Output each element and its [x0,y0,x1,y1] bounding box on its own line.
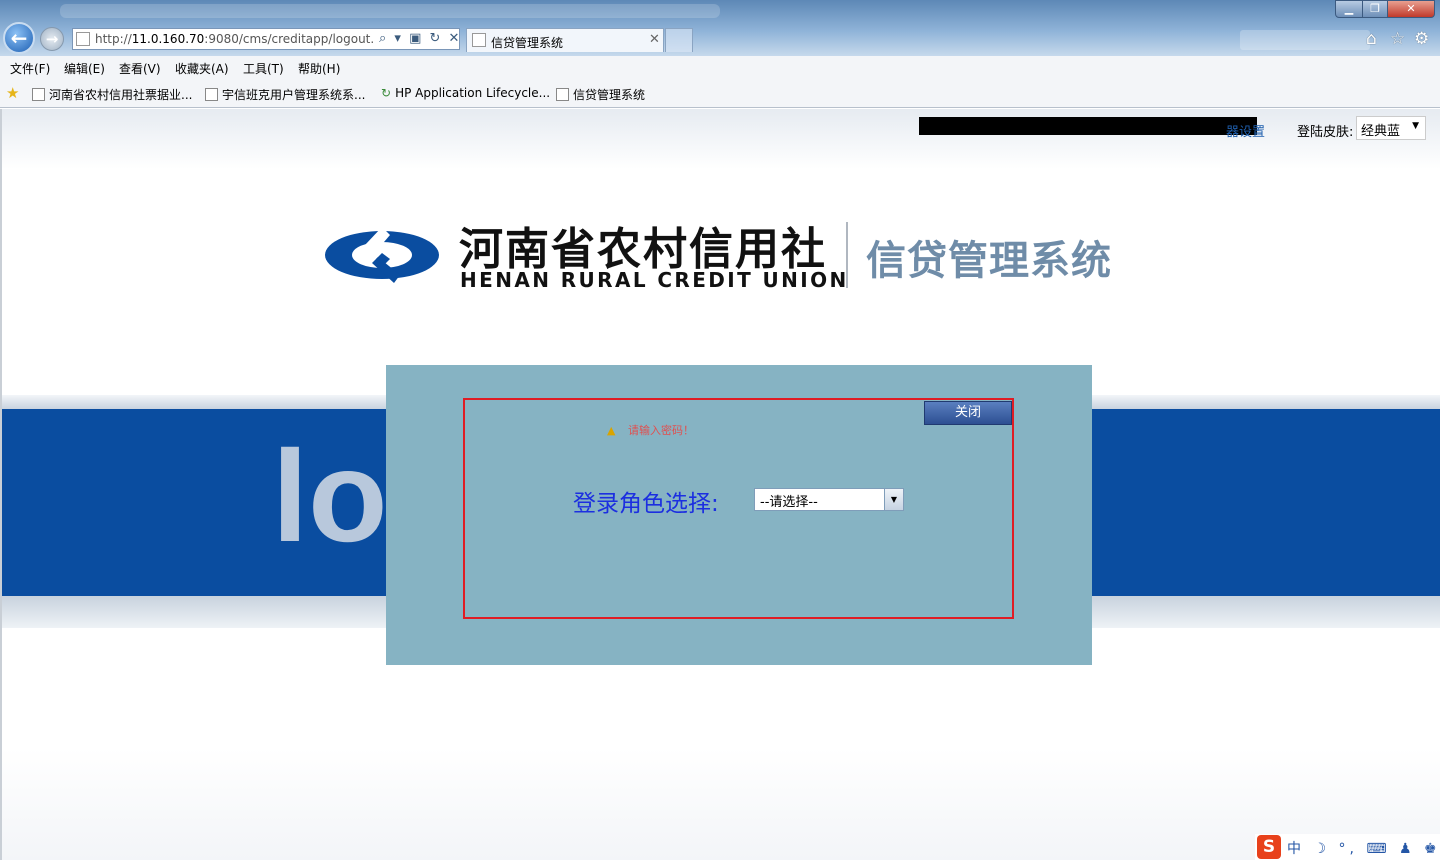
role-select-value: --请选择-- [760,495,818,510]
ime-tool-icons[interactable]: 中 ☽ °, ⌨ ♟ ♚ ✎ [1287,838,1440,858]
back-arrow-icon: ← [10,26,28,50]
forward-button[interactable]: → [40,27,64,51]
menu-view[interactable]: 查看(V) [119,60,161,77]
address-tools-icons[interactable]: ⌕ ▾ ▣ ↻ ✕ [379,31,461,46]
favorites-star-icon[interactable]: ☆ [1390,29,1405,49]
page-icon [556,88,569,101]
skin-select[interactable]: 经典蓝 ▼ [1356,116,1426,140]
role-select[interactable]: --请选择-- ▼ [754,488,904,511]
address-url[interactable]: http://11.0.160.70:9080/cms/creditapp/lo… [95,32,375,46]
menu-edit[interactable]: 编辑(E) [64,60,105,77]
favorite-link[interactable]: ↻ HP Application Lifecycle... [381,86,550,100]
dialog-frame [463,398,1014,619]
browser-settings-link[interactable]: 器设置 [1226,121,1265,140]
title-bar-blur-right [1240,30,1370,50]
favorite-link[interactable]: 河南省农村信用社票据业... [32,86,192,103]
maximize-button[interactable]: ❐ [1362,0,1388,18]
minimize-button[interactable]: ▁ [1335,0,1363,18]
role-select-label: 登录角色选择: [573,491,719,517]
ie-page-icon [32,88,45,101]
favorite-link[interactable]: 信贷管理系统 [556,86,645,103]
redacted-area [919,117,1257,135]
chevron-down-icon: ▼ [1412,121,1419,131]
favorites-bar: ★ 河南省农村信用社票据业... 宇信班克用户管理系统系... ↻ HP Appl… [0,80,1440,108]
menu-bar: 文件(F) 编辑(E) 查看(V) 收藏夹(A) 工具(T) 帮助(H) [0,56,1440,80]
address-bar[interactable]: http://11.0.160.70:9080/cms/creditapp/lo… [72,28,460,50]
tools-gear-icon[interactable]: ⚙ [1414,29,1429,49]
org-name-en: HENAN RURAL CREDIT UNION [460,268,849,292]
menu-tools[interactable]: 工具(T) [243,60,284,77]
logo-divider [846,222,848,288]
sogou-ime-icon[interactable]: S [1257,835,1281,859]
back-button[interactable]: ← [3,22,35,54]
tab-title: 信贷管理系统 [491,36,564,50]
system-name: 信贷管理系统 [866,238,1112,284]
title-bar-blur [60,4,720,18]
favorites-add-icon[interactable]: ★ [6,84,19,102]
refresh-page-icon: ↻ [381,86,392,100]
browser-tab[interactable]: 信贷管理系统 ✕ [466,28,664,52]
tab-favicon-icon [472,33,486,47]
forward-arrow-icon: → [45,30,59,48]
warning-icon: ▲ [607,424,616,437]
skin-label: 登陆皮肤: [1297,125,1354,140]
chevron-down-icon[interactable]: ▼ [884,489,903,510]
page-icon [205,88,218,101]
menu-file[interactable]: 文件(F) [10,60,50,77]
close-window-button[interactable]: ✕ [1387,0,1435,18]
new-tab-button[interactable] [665,28,693,52]
menu-help[interactable]: 帮助(H) [298,60,340,77]
page-favicon-icon [76,32,90,46]
warning-message: 请输入密码！ [628,424,694,437]
credit-union-logo-icon [325,227,439,283]
skin-select-value: 经典蓝 [1361,124,1401,139]
dialog-close-button[interactable]: 关闭 [924,401,1012,425]
tab-close-icon[interactable]: ✕ [649,32,660,47]
favorite-link[interactable]: 宇信班克用户管理系统系... [205,86,365,103]
menu-favorites[interactable]: 收藏夹(A) [175,60,229,77]
home-icon[interactable]: ⌂ [1366,29,1377,49]
